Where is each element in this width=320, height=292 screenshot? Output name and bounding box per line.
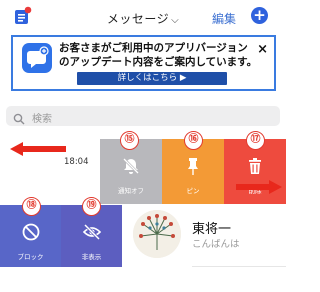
- arrow-right-icon: [236, 180, 282, 194]
- annotation-badge-15: ⑮: [120, 131, 139, 150]
- mute-icon: [123, 158, 139, 174]
- search-input[interactable]: 検索: [6, 106, 280, 126]
- block-label: ブロック: [17, 253, 44, 261]
- hide-icon: [82, 223, 101, 241]
- last-message: こんばんは: [192, 239, 240, 250]
- chevron-down-icon: ⌵: [171, 15, 180, 26]
- annotation-badge-19: ⑲: [82, 197, 101, 216]
- row-divider: [192, 266, 286, 267]
- avatar: [133, 210, 181, 258]
- conversation-time: 18:04: [64, 157, 89, 167]
- annotation-badge-17: ⑰: [246, 131, 265, 150]
- update-banner[interactable]: お客さまがご利用中のアプリバージョン のアップデート内容をご案内しています。 ×…: [11, 35, 276, 91]
- page-title[interactable]: メッセージ ⌵: [0, 10, 286, 27]
- details-button[interactable]: 詳しくはこちら ▶: [77, 72, 227, 85]
- contact-name: 東将一: [192, 222, 232, 237]
- annotation-badge-18: ⑱: [22, 197, 41, 216]
- edit-button[interactable]: 編集: [212, 10, 236, 27]
- banner-message: お客さまがご利用中のアプリバージョン のアップデート内容をご案内しています。: [59, 41, 259, 69]
- search-placeholder: 検索: [32, 114, 52, 125]
- close-icon[interactable]: ×: [257, 42, 268, 57]
- compose-button[interactable]: +: [251, 7, 268, 24]
- banner-line-1: お客さまがご利用中のアプリバージョン: [59, 42, 248, 54]
- arrow-left-icon: [10, 142, 66, 156]
- block-icon: [22, 223, 39, 241]
- app-logo-icon: [22, 43, 52, 73]
- banner-line-2: のアップデート内容をご案内しています。: [59, 56, 258, 68]
- annotation-badge-16: ⑯: [184, 131, 203, 150]
- mute-label: 通知オフ: [118, 187, 144, 195]
- pin-label: ピン: [186, 187, 200, 195]
- hide-label: 非表示: [81, 253, 102, 261]
- top-header: メッセージ ⌵ 編集 +: [0, 0, 286, 34]
- pin-icon: [188, 158, 198, 175]
- search-icon: [13, 110, 25, 125]
- page-title-text: メッセージ: [106, 12, 170, 26]
- trash-icon: [249, 158, 261, 174]
